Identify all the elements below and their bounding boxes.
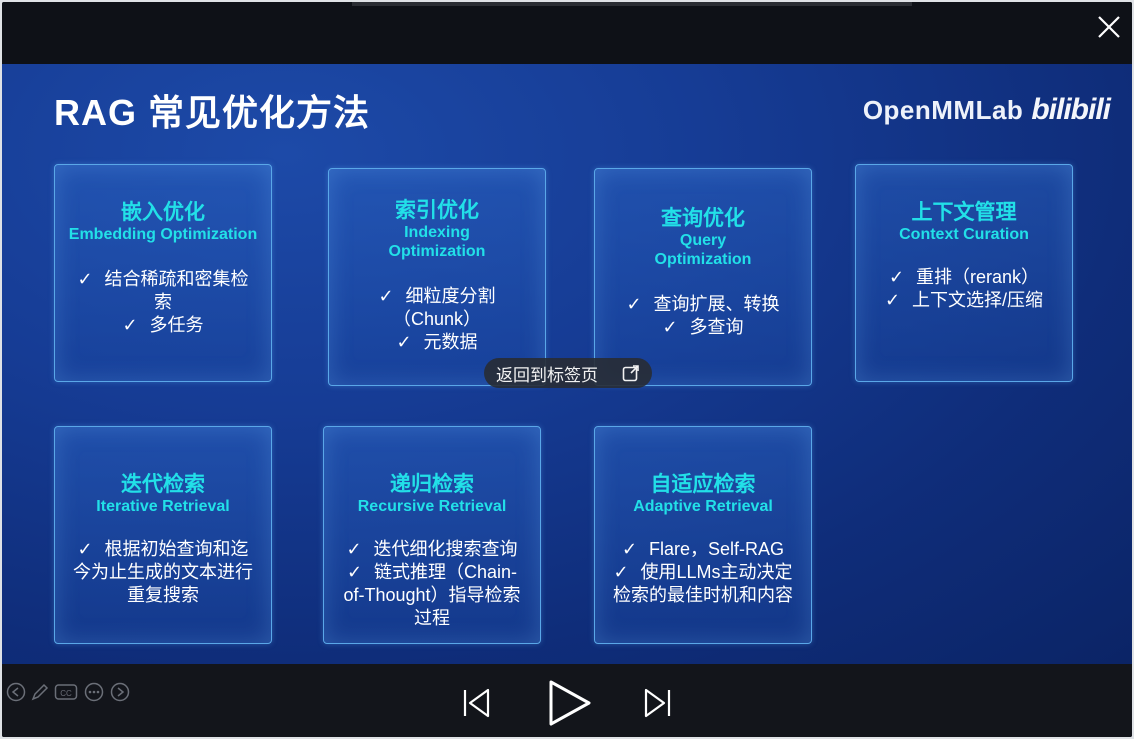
next-icon[interactable] bbox=[640, 686, 674, 725]
list-item: ✓ 查询扩展、转换 bbox=[626, 294, 780, 314]
card-recursive-retrieval: 递归检索 Recursive Retrieval ✓ 迭代细化搜索查询 ✓ 链式推理… bbox=[323, 426, 541, 644]
check-icon: ✓ bbox=[77, 539, 93, 559]
card-title-cn: 上下文管理 bbox=[911, 201, 1017, 224]
check-icon: ✓ bbox=[122, 315, 138, 335]
watermark: OpenMMLab bilibili bbox=[862, 88, 1111, 132]
check-icon: ✓ bbox=[626, 294, 642, 314]
check-icon: ✓ bbox=[613, 562, 629, 582]
player-controls-bar: CC bbox=[2, 664, 1132, 737]
list-item: ✓ 链式推理（Chain-of-Thought）指导检索过程 bbox=[343, 562, 521, 628]
check-icon: ✓ bbox=[396, 332, 412, 352]
bilibili-logo: bilibili bbox=[1031, 93, 1111, 126]
forward-icon[interactable] bbox=[110, 682, 130, 702]
card-title-cn: 自适应检索 bbox=[650, 473, 756, 496]
list-item: ✓ 细粒度分割（Chunk） bbox=[378, 286, 496, 329]
pen-icon[interactable] bbox=[30, 682, 50, 702]
close-icon[interactable] bbox=[1096, 14, 1122, 40]
back-icon[interactable] bbox=[6, 682, 26, 702]
check-icon: ✓ bbox=[77, 269, 93, 289]
slide-title: RAG 常见优化方法 bbox=[54, 92, 371, 133]
slide: OpenMMLab bilibili RAG 常见优化方法 嵌入优化 Embed… bbox=[2, 64, 1132, 664]
external-link-icon bbox=[622, 364, 640, 387]
list-item: ✓ 重排（rerank） bbox=[888, 267, 1040, 287]
list-item: ✓ 上下文选择/压缩 bbox=[884, 290, 1044, 310]
card-embedding-optimization: 嵌入优化 Embedding Optimization ✓ 结合稀疏和密集检索 ✓… bbox=[54, 164, 272, 382]
card-query-optimization: 查询优化 Query Optimization ✓ 查询扩展、转换 ✓ 多查询 bbox=[594, 168, 812, 386]
check-icon: ✓ bbox=[884, 290, 901, 310]
video-player-window: OpenMMLab bilibili RAG 常见优化方法 嵌入优化 Embed… bbox=[2, 2, 1132, 737]
card-title-cn: 查询优化 bbox=[661, 207, 745, 230]
check-icon: ✓ bbox=[621, 539, 638, 559]
card-title-en: Embedding Optimization bbox=[68, 226, 258, 243]
card-title-en: Adaptive Retrieval bbox=[633, 498, 773, 515]
return-to-tab-label: 返回到标签页 bbox=[496, 365, 598, 385]
list-item: ✓ 多查询 bbox=[662, 317, 744, 337]
list-item: ✓ 迭代细化搜索查询 bbox=[346, 539, 518, 559]
card-title-cn: 索引优化 bbox=[395, 199, 479, 222]
card-context-curation: 上下文管理 Context Curation ✓ 重排（rerank） ✓ 上下文选… bbox=[855, 164, 1073, 382]
card-title-cn: 递归检索 bbox=[390, 473, 474, 496]
captions-icon[interactable]: CC bbox=[54, 682, 78, 702]
card-indexing-optimization: 索引优化 Indexing Optimization ✓ 细粒度分割（Chunk）… bbox=[328, 168, 546, 386]
card-title-en: Iterative Retrieval bbox=[96, 498, 230, 515]
card-iterative-retrieval: 迭代检索 Iterative Retrieval ✓ 根据初始查询和迄今为止生成的… bbox=[54, 426, 272, 644]
card-title-cn: 嵌入优化 bbox=[121, 201, 205, 224]
watermark-brand: OpenMMLab bbox=[862, 94, 1024, 125]
card-title-cn: 迭代检索 bbox=[121, 473, 205, 496]
check-icon: ✓ bbox=[346, 539, 362, 559]
list-item: ✓ 元数据 bbox=[396, 332, 478, 352]
card-adaptive-retrieval: 自适应检索 Adaptive Retrieval ✓ Flare，Self-RAG… bbox=[594, 426, 812, 644]
card-title-en: Indexing Optimization bbox=[388, 224, 486, 260]
check-icon: ✓ bbox=[346, 562, 363, 582]
check-icon: ✓ bbox=[378, 286, 394, 306]
list-item: ✓ 根据初始查询和迄今为止生成的文本进行重复搜索 bbox=[73, 539, 253, 605]
previous-icon[interactable] bbox=[460, 686, 494, 725]
list-item: ✓ Flare，Self-RAG bbox=[621, 539, 785, 559]
check-icon: ✓ bbox=[662, 317, 678, 337]
list-item: ✓ 结合稀疏和密集检索 bbox=[77, 269, 249, 312]
captions-label: CC bbox=[60, 689, 72, 698]
top-bar bbox=[2, 2, 1132, 64]
card-title-en: Recursive Retrieval bbox=[357, 498, 507, 515]
return-to-tab-button[interactable]: 返回到标签页 bbox=[484, 358, 652, 388]
card-title-en: Context Curation bbox=[899, 226, 1029, 243]
background-window-strip bbox=[352, 2, 912, 6]
list-item: ✓ 多任务 bbox=[122, 315, 204, 335]
check-icon: ✓ bbox=[888, 267, 905, 287]
card-title-en: Query Optimization bbox=[654, 232, 752, 268]
more-icon[interactable] bbox=[84, 682, 104, 702]
list-item: ✓ 使用LLMs主动决定检索的最佳时机和内容 bbox=[613, 562, 793, 605]
play-icon[interactable] bbox=[545, 678, 593, 733]
